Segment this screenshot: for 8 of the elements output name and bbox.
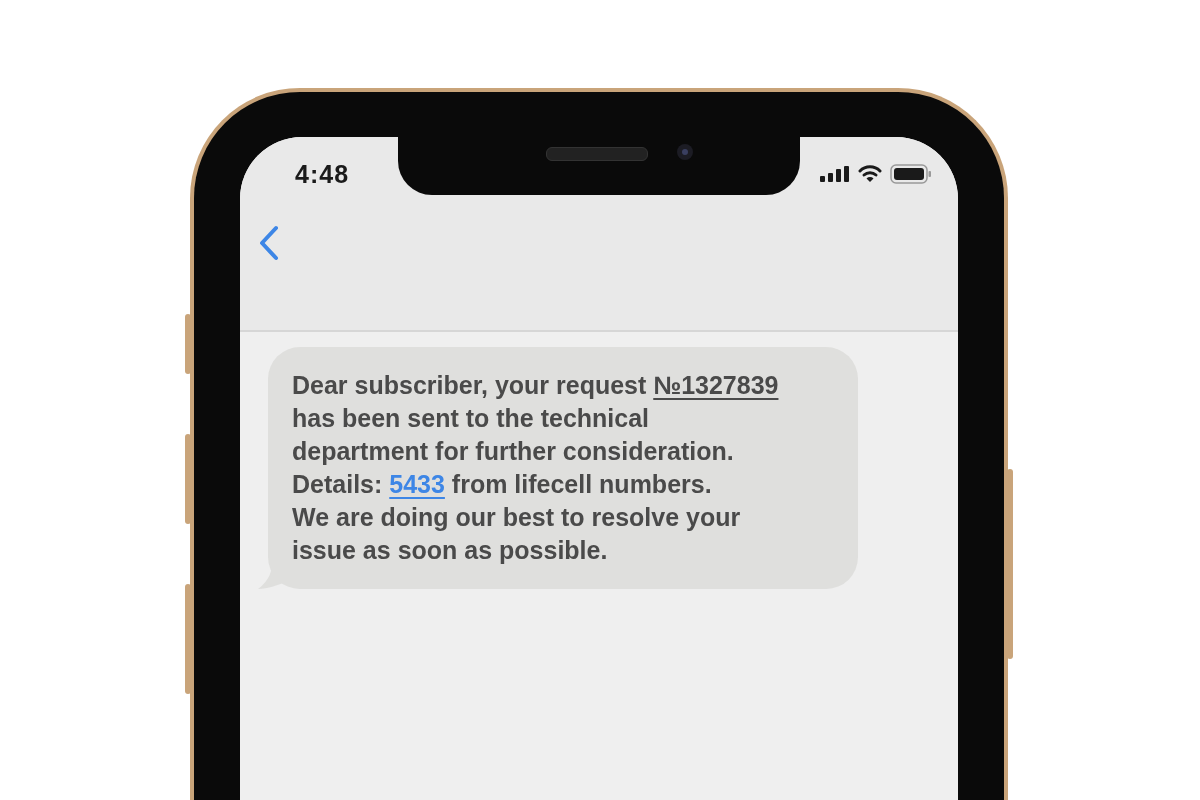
request-number-link[interactable]: №1327839: [653, 371, 779, 399]
battery-icon: [890, 164, 932, 184]
wifi-icon: [858, 165, 882, 183]
status-time: 4:48: [295, 159, 350, 189]
message-text: Dear subscriber, your request №1327839 has been sent to the technical department for further consideration. Details: 5433 from lifecell numbers. We are doing our best to resolve your issue as soon as possible.: [292, 370, 780, 566]
camera-icon: [676, 143, 694, 161]
signal-icon: [820, 166, 850, 182]
back-icon[interactable]: [258, 225, 280, 261]
